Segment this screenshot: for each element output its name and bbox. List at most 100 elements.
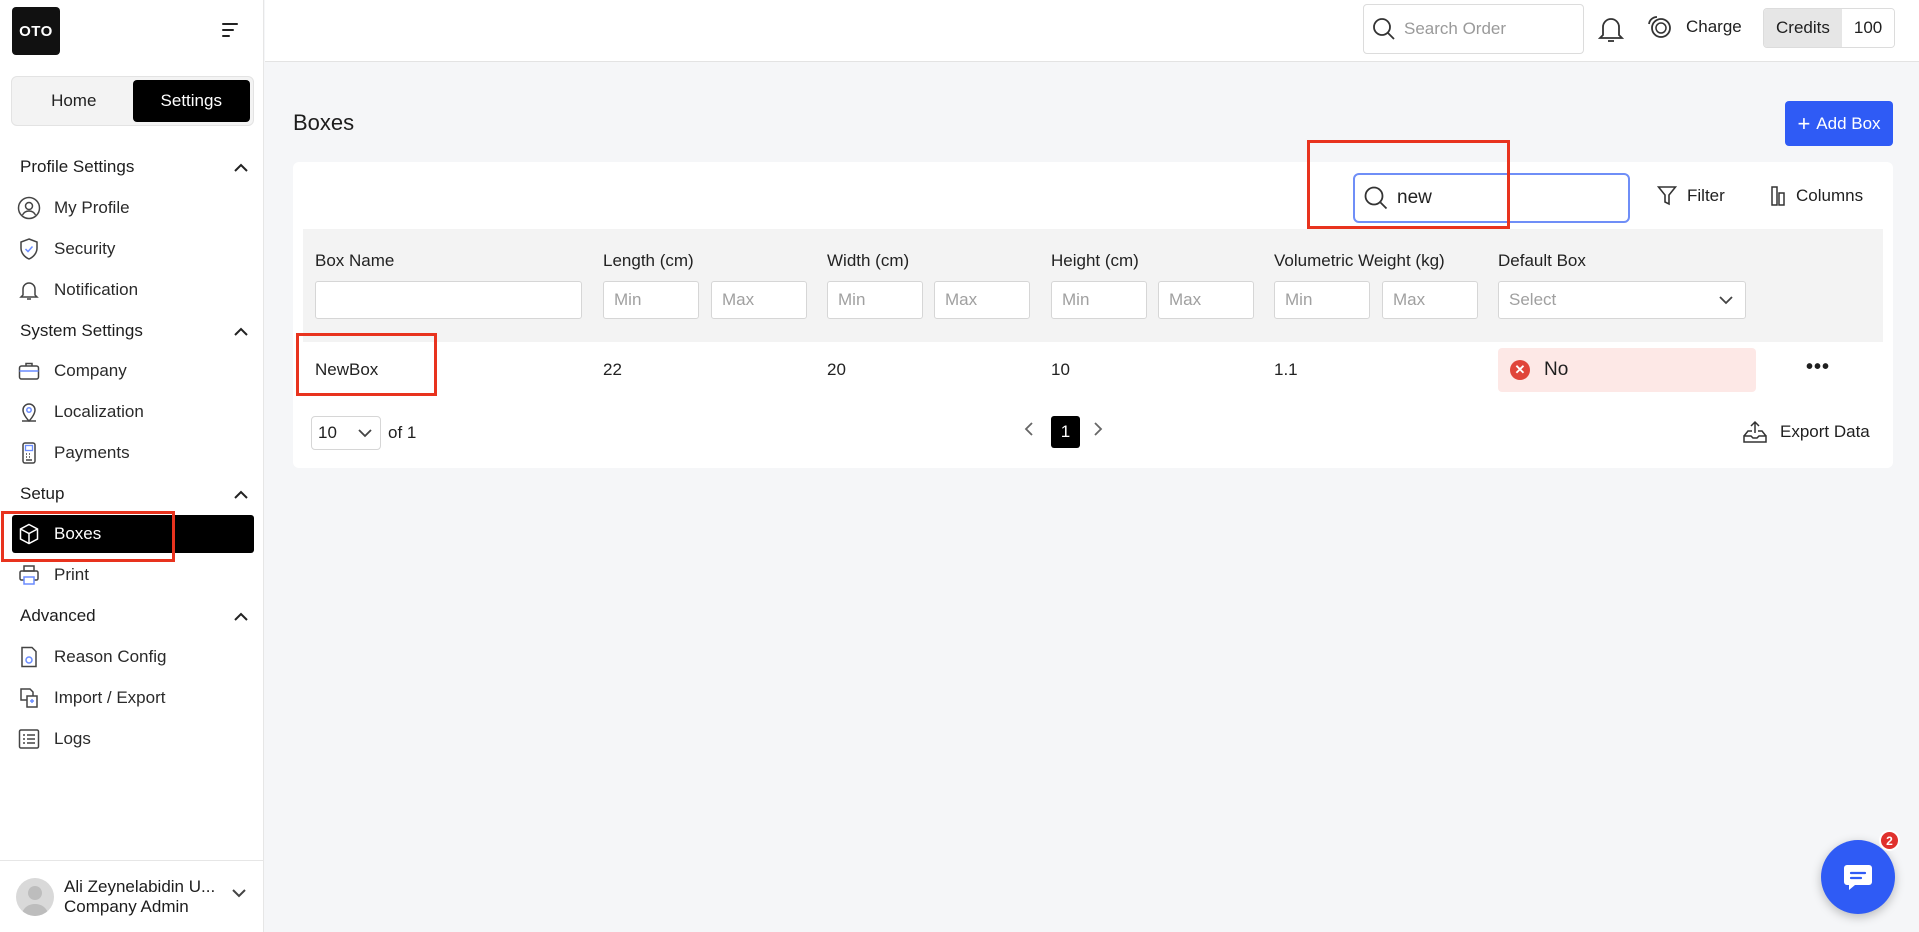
- volumetric-weight-max-input[interactable]: Max: [1382, 281, 1478, 319]
- menu-collapse-icon[interactable]: [216, 16, 244, 44]
- filter-label: Filter: [1687, 186, 1725, 205]
- settings-tab[interactable]: Settings: [132, 80, 250, 122]
- column-header-default-box[interactable]: Default Box: [1498, 251, 1586, 271]
- chat-widget-button[interactable]: [1821, 840, 1895, 914]
- sidebar-item-label: Payments: [54, 443, 130, 462]
- sidebar-item-label: Security: [54, 239, 116, 258]
- section-profile-settings[interactable]: Profile Settings: [20, 157, 248, 177]
- credits-display: Credits 100: [1763, 8, 1896, 48]
- page-title: Boxes: [293, 110, 355, 135]
- sidebar-item-my-profile[interactable]: My Profile: [12, 189, 254, 227]
- section-title: Setup: [20, 484, 65, 503]
- column-header-width[interactable]: Width (cm): [827, 251, 909, 271]
- sidebar-item-print[interactable]: Print: [12, 556, 254, 594]
- sidebar-item-notification[interactable]: Notification: [12, 271, 254, 309]
- filter-button[interactable]: Filter: [1657, 185, 1725, 207]
- length-min-input[interactable]: Min: [603, 281, 699, 319]
- user-name: Ali Zeynelabidin U...: [64, 876, 216, 896]
- search-icon: [1364, 186, 1388, 210]
- chevron-up-icon: [234, 612, 248, 621]
- chevron-down-icon: [358, 428, 372, 437]
- default-box-select-value: Select: [1509, 290, 1557, 309]
- notification-bell-icon[interactable]: [1597, 14, 1625, 49]
- chevron-down-icon: [232, 889, 246, 898]
- bell-icon: [16, 277, 42, 303]
- export-data-button[interactable]: Export Data: [1742, 420, 1870, 444]
- table-search[interactable]: [1353, 173, 1630, 223]
- sidebar-item-label: Notification: [54, 280, 139, 299]
- home-tab[interactable]: Home: [15, 80, 133, 122]
- sidebar-item-boxes[interactable]: Boxes: [12, 515, 254, 553]
- column-header-length[interactable]: Length (cm): [603, 251, 694, 271]
- sidebar-item-label: Import / Export: [54, 688, 166, 707]
- column-header-volumetric-weight[interactable]: Volumetric Weight (kg): [1274, 251, 1445, 271]
- default-box-status-badge: ✕ No: [1498, 348, 1756, 392]
- chevron-up-icon: [234, 327, 248, 336]
- section-system-settings[interactable]: System Settings: [20, 321, 248, 341]
- filter-funnel-icon: [1657, 186, 1677, 206]
- close-circle-icon: ✕: [1510, 360, 1530, 380]
- user-role: Company Admin: [64, 896, 189, 916]
- user-circle-icon: [16, 195, 42, 221]
- charge-label: Charge: [1686, 17, 1742, 36]
- oto-logo[interactable]: OTO: [12, 7, 60, 55]
- column-header-height[interactable]: Height (cm): [1051, 251, 1139, 271]
- sidebar-item-label: Print: [54, 565, 89, 584]
- height-max-input[interactable]: Max: [1158, 281, 1254, 319]
- sidebar: OTO Home Settings Profile Settings My Pr…: [0, 0, 264, 932]
- table-row[interactable]: NewBox 22 20 10 1.1 ✕ No •••: [303, 342, 1883, 398]
- section-advanced[interactable]: Advanced: [20, 606, 248, 626]
- sidebar-item-label: Company: [54, 361, 127, 380]
- credits-label: Credits: [1764, 9, 1842, 47]
- user-menu[interactable]: Ali Zeynelabidin U... Company Admin: [0, 860, 264, 932]
- sidebar-item-security[interactable]: Security: [12, 230, 254, 268]
- charge-button[interactable]: Charge: [1646, 14, 1742, 40]
- order-search[interactable]: [1363, 4, 1584, 54]
- chat-bubble-icon: [1844, 865, 1872, 890]
- section-title: Profile Settings: [20, 157, 135, 176]
- chevron-up-icon: [234, 163, 248, 172]
- cell-height: 10: [1051, 360, 1070, 379]
- sidebar-item-localization[interactable]: Localization: [12, 393, 254, 431]
- default-box-status-text: No: [1544, 359, 1569, 380]
- table-search-input[interactable]: [1397, 187, 1617, 209]
- height-min-input[interactable]: Min: [1051, 281, 1147, 319]
- row-actions-more-icon[interactable]: •••: [1806, 356, 1830, 379]
- credits-value: 100: [1841, 9, 1895, 47]
- plus-icon: +: [1797, 110, 1811, 136]
- add-box-label: Add Box: [1816, 113, 1881, 133]
- columns-button[interactable]: Columns: [1770, 185, 1863, 207]
- sidebar-item-label: Boxes: [54, 524, 102, 543]
- page-count: of 1: [388, 423, 417, 442]
- document-gear-icon: [16, 644, 42, 670]
- search-icon: [1373, 18, 1395, 40]
- cell-box-name: NewBox: [315, 360, 379, 379]
- volumetric-weight-min-input[interactable]: Min: [1274, 281, 1370, 319]
- export-tray-icon: [1743, 420, 1767, 443]
- section-title: Advanced: [20, 606, 96, 625]
- length-max-input[interactable]: Max: [711, 281, 807, 319]
- default-box-select[interactable]: Select: [1498, 281, 1746, 319]
- width-max-input[interactable]: Max: [934, 281, 1030, 319]
- column-header-box-name[interactable]: Box Name: [315, 251, 394, 271]
- section-setup[interactable]: Setup: [20, 484, 248, 504]
- briefcase-icon: [16, 358, 42, 384]
- box-icon: [16, 521, 42, 547]
- sidebar-item-payments[interactable]: Payments: [12, 434, 254, 472]
- box-name-filter-input[interactable]: [315, 281, 582, 319]
- page-number-button[interactable]: 1: [1051, 416, 1080, 448]
- width-min-input[interactable]: Min: [827, 281, 923, 319]
- next-page-icon[interactable]: [1093, 421, 1103, 442]
- page-size-select[interactable]: 10: [311, 416, 381, 450]
- sidebar-item-import-export[interactable]: Import / Export: [12, 679, 254, 717]
- avatar: [16, 877, 54, 916]
- order-search-input[interactable]: [1404, 19, 1574, 39]
- sidebar-item-label: My Profile: [54, 198, 130, 217]
- sidebar-item-company[interactable]: Company: [12, 352, 254, 390]
- chevron-down-icon: [1719, 295, 1733, 304]
- sidebar-item-logs[interactable]: Logs: [12, 720, 254, 758]
- add-box-button[interactable]: + Add Box: [1785, 101, 1893, 146]
- sidebar-item-reason-config[interactable]: Reason Config: [12, 638, 254, 676]
- previous-page-icon[interactable]: [1024, 421, 1034, 442]
- sidebar-item-label: Reason Config: [54, 647, 167, 666]
